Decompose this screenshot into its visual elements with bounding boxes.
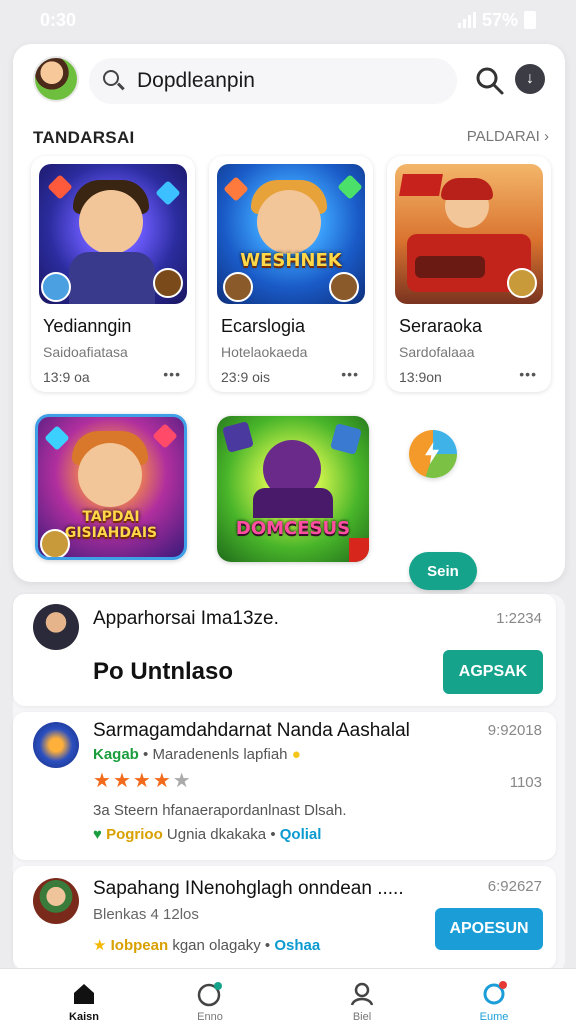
featured-art-text: DOMCESUS [235,518,351,539]
compass-icon [197,981,223,1007]
download-icon: ↓ [526,70,534,87]
feed-title: Apparhorsai Ima13ze. [93,608,279,629]
heart-icon: ♥ [93,826,102,843]
nav-item-updates[interactable]: Eume [454,981,534,1023]
nav-item-home[interactable]: Kaisn [44,981,124,1023]
app-name: Yedianngin [43,316,132,336]
app-subtitle: Saidoafiatasa [43,344,128,360]
app-size: 13:9on [399,369,442,385]
action-button[interactable]: AGPSAK [443,650,543,694]
bottom-nav: Kaisn Enno Biel Eume [0,968,576,1024]
see-all-link[interactable]: PALDARAI › [467,128,549,145]
more-icon[interactable]: ••• [519,366,537,382]
avatar [33,604,79,650]
featured-thumbnail[interactable]: TAPDAI GISIAHDAIS [35,414,187,560]
app-card[interactable]: Yedianngin Saidoafiatasa 13:9 oa ••• [31,156,195,392]
app-size: 13:9 oa [43,369,90,385]
feed-subtitle: Blenkas 4 12los [93,906,199,923]
activity-feed: Apparhorsai Ima13ze. 1:2234 Po Untnlaso … [13,594,565,974]
app-thumbnail [39,164,187,304]
feed-time: 1:2234 [496,610,542,627]
feed-description: 3a Steern hfanaerapordanlnast Dlsah. [93,802,347,819]
home-icon [71,981,97,1007]
tag-label: Iobpean [110,937,169,954]
search-input[interactable]: Dopdleanpin [89,58,457,104]
status-time: 0:30 [40,9,77,30]
nav-item-explore[interactable]: Enno [170,981,250,1023]
signal-icon [457,12,476,28]
avatar [33,878,79,924]
thumb-art-text: WESHNEK [240,250,342,271]
refresh-icon [481,981,507,1007]
app-name: Ecarslogia [221,316,306,336]
sun-icon: ● [291,746,301,763]
app-subtitle: Sardofalaaa [399,344,475,360]
download-button[interactable]: ↓ [515,64,545,94]
battery-icon [524,11,536,29]
boost-icon[interactable] [409,430,457,478]
tag-label: Qolial [279,826,322,843]
app-name: Seraraoka [399,316,483,336]
app-thumbnail: WESHNEK [217,164,365,304]
feed-time: 9:92018 [487,722,542,739]
search-icon [101,68,127,94]
feed-item[interactable]: Sapahang INenohglagh onndean ..... 6:926… [13,866,556,970]
star-icon: ★ [93,937,107,954]
app-size: 23:9 ois [221,369,271,385]
app-card[interactable]: Seraraoka Sardofalaaa 13:9on ••• [387,156,551,392]
tag-label: Oshaa [274,937,321,954]
search-icon [476,67,504,95]
developer-tag: Kagab [93,746,139,763]
tag-label: Ugnia dkakaka [166,826,267,843]
user-icon [349,981,375,1007]
avatar[interactable] [33,56,79,102]
battery-percent: 57% [481,9,518,30]
more-icon[interactable]: ••• [341,366,359,382]
rating-count: 1103 [509,774,542,791]
category-label: Maradenenls lapfiah [152,746,288,763]
feed-item[interactable]: Sarmagamdahdarnat Nanda Aashalal 9:92018… [13,712,556,860]
app-thumbnail [395,164,543,304]
action-button[interactable]: APOESUN [435,908,543,950]
section-title: TANDARSAI [33,128,135,147]
feed-title: Sapahang INenohglagh onndean ..... [93,878,404,899]
star-icon: ★ [152,770,173,792]
app-subtitle: Hotelaokaeda [221,344,308,360]
star-rating: ★★★★★ [93,768,193,793]
search-button[interactable] [475,66,505,96]
app-card[interactable]: WESHNEK Ecarslogia Hotelaokaeda 23:9 ois… [209,156,373,392]
star-icon: ★ [172,770,193,792]
status-bar: 0:30 57% [0,0,576,40]
discover-panel: Dopdleanpin ↓ TANDARSAI PALDARAI › Yedia… [13,44,565,590]
featured-thumbnail[interactable]: DOMCESUS [217,416,369,562]
search-value: Dopdleanpin [137,69,255,92]
feed-subtitle: Po Untnlaso [93,658,234,685]
tag-label: Pogrioo [106,826,163,843]
feed-item[interactable]: Apparhorsai Ima13ze. 1:2234 Po Untnlaso … [13,594,556,706]
more-icon[interactable]: ••• [163,366,181,382]
sein-button[interactable]: Sein [409,552,477,590]
feed-time: 6:92627 [487,878,542,895]
tag-label: kgan olagaky [172,937,261,954]
star-icon: ★ [132,770,153,792]
app-icon [33,722,79,768]
feed-title: Sarmagamdahdarnat Nanda Aashalal [93,720,410,741]
nav-item-profile[interactable]: Biel [322,981,402,1023]
star-icon: ★ [112,770,133,792]
star-icon: ★ [93,770,113,792]
